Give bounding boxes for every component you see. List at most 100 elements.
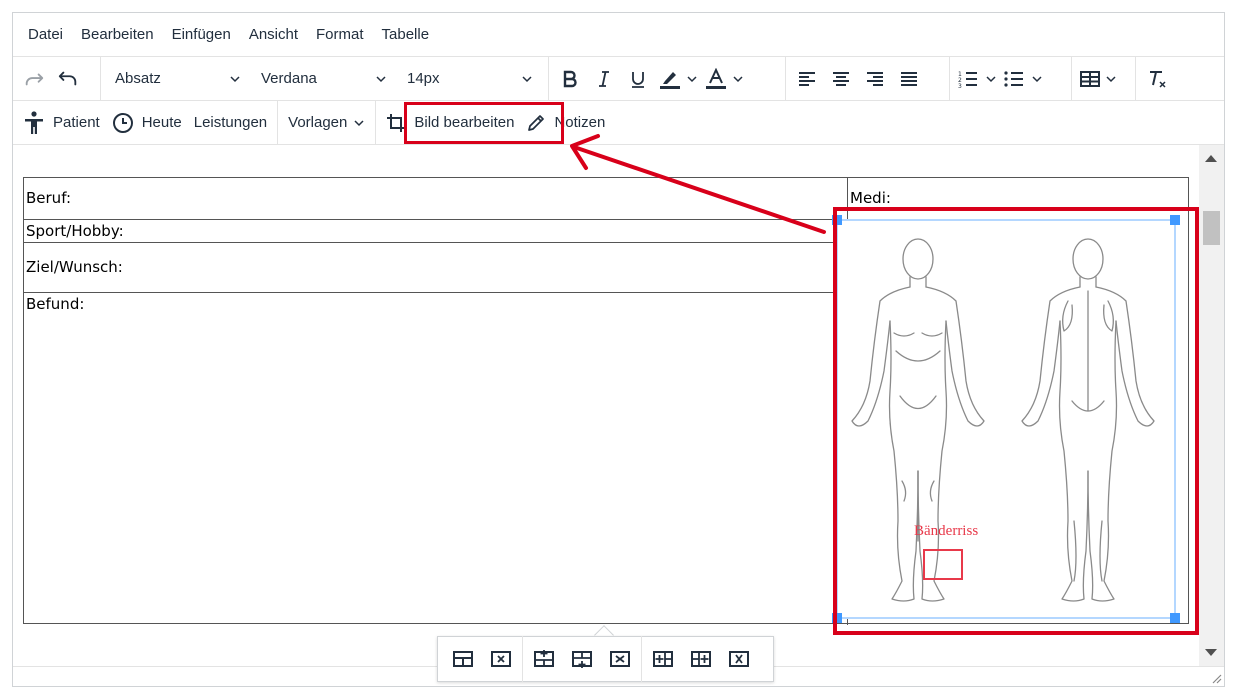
text-color-icon bbox=[706, 67, 726, 89]
svg-text:3: 3 bbox=[958, 83, 962, 89]
body-diagram bbox=[851, 238, 1155, 602]
menu-einfuegen[interactable]: Einfügen bbox=[163, 13, 240, 57]
row-divider bbox=[24, 219, 847, 220]
insert-column-after-button[interactable] bbox=[682, 642, 720, 676]
toolbar-separator bbox=[277, 100, 279, 145]
bullet-list-icon bbox=[1004, 70, 1023, 87]
delete-row-icon bbox=[610, 651, 630, 667]
vertical-scrollbar[interactable] bbox=[1199, 145, 1224, 666]
patient-label: Patient bbox=[53, 114, 100, 131]
menu-ansicht[interactable]: Ansicht bbox=[240, 13, 307, 57]
insert-row-after-button[interactable] bbox=[563, 642, 601, 676]
leistungen-button[interactable]: Leistungen bbox=[188, 106, 273, 140]
insert-column-after-icon bbox=[691, 651, 711, 667]
resize-handle-ne[interactable] bbox=[1170, 215, 1180, 225]
bild-bearbeiten-button[interactable]: Bild bearbeiten bbox=[380, 106, 520, 140]
editor-content[interactable]: Beruf: Sport/Hobby: Ziel/Wunsch: Befund:… bbox=[13, 145, 1199, 666]
font-family-value: Verdana bbox=[261, 70, 317, 87]
table-icon bbox=[1080, 70, 1100, 87]
patient-button[interactable]: Patient bbox=[13, 106, 106, 140]
delete-row-button[interactable] bbox=[601, 642, 639, 676]
align-center-button[interactable] bbox=[824, 62, 858, 96]
vorlagen-button[interactable]: Vorlagen bbox=[282, 106, 371, 140]
resize-grip-icon[interactable] bbox=[1210, 672, 1222, 684]
menu-bearbeiten[interactable]: Bearbeiten bbox=[72, 13, 163, 57]
chevron-down-icon bbox=[1106, 75, 1116, 82]
font-size-value: 14px bbox=[407, 70, 440, 87]
cell-beruf[interactable]: Beruf: bbox=[26, 189, 71, 207]
align-left-button[interactable] bbox=[790, 62, 824, 96]
highlight-color-button[interactable] bbox=[655, 62, 701, 96]
scroll-down-icon[interactable] bbox=[1205, 649, 1217, 656]
insert-row-before-button[interactable] bbox=[525, 642, 563, 676]
chevron-down-icon bbox=[1032, 75, 1042, 82]
block-format-value: Absatz bbox=[115, 70, 161, 87]
chevron-down-icon bbox=[687, 75, 697, 82]
italic-button[interactable] bbox=[587, 62, 621, 96]
clock-icon bbox=[112, 112, 133, 133]
undo-icon bbox=[58, 71, 77, 85]
highlight-color-icon bbox=[660, 71, 680, 89]
numbered-list-button[interactable]: 123 bbox=[954, 62, 1000, 96]
font-size-select[interactable]: 14px bbox=[397, 62, 543, 96]
block-format-select[interactable]: Absatz bbox=[105, 62, 251, 96]
cell-befund[interactable]: Befund: bbox=[26, 295, 84, 313]
insert-column-before-button[interactable] bbox=[644, 642, 682, 676]
heute-button[interactable]: Heute bbox=[106, 106, 188, 140]
align-center-icon bbox=[833, 71, 849, 86]
align-right-button[interactable] bbox=[858, 62, 892, 96]
italic-icon bbox=[599, 70, 609, 87]
delete-table-icon bbox=[491, 651, 511, 667]
formatting-toolbar: Absatz Verdana 14px 1 2 3 bbox=[13, 56, 1224, 101]
underline-button[interactable] bbox=[621, 62, 655, 96]
menu-format[interactable]: Format bbox=[307, 13, 373, 57]
bold-icon bbox=[563, 70, 577, 87]
font-family-select[interactable]: Verdana bbox=[251, 62, 397, 96]
cell-sport-hobby[interactable]: Sport/Hobby: bbox=[26, 222, 124, 240]
align-justify-icon bbox=[901, 71, 917, 86]
chevron-down-icon bbox=[733, 75, 743, 82]
redo-icon bbox=[25, 73, 44, 85]
bild-bearbeiten-label: Bild bearbeiten bbox=[414, 114, 515, 131]
cell-ziel-wunsch[interactable]: Ziel/Wunsch: bbox=[26, 258, 123, 276]
resize-handle-nw[interactable] bbox=[832, 215, 842, 225]
menu-tabelle[interactable]: Tabelle bbox=[373, 13, 439, 57]
align-justify-button[interactable] bbox=[892, 62, 926, 96]
cell-medi[interactable]: Medi: bbox=[850, 189, 891, 207]
resize-handle-se[interactable] bbox=[1170, 613, 1180, 623]
pencil-icon bbox=[528, 114, 545, 131]
undo-button[interactable] bbox=[51, 62, 85, 96]
chevron-down-icon bbox=[230, 75, 240, 82]
insert-row-after-icon bbox=[572, 651, 592, 668]
clear-formatting-button[interactable] bbox=[1140, 62, 1174, 96]
chevron-down-icon bbox=[376, 75, 386, 82]
clear-formatting-icon bbox=[1150, 70, 1166, 88]
text-color-button[interactable] bbox=[701, 62, 747, 96]
delete-column-button[interactable] bbox=[720, 642, 758, 676]
table-properties-icon bbox=[453, 651, 473, 667]
delete-table-button[interactable] bbox=[482, 642, 520, 676]
custom-toolbar: Patient Heute Leistungen Vorlagen Bild b… bbox=[13, 100, 1224, 145]
align-right-icon bbox=[867, 71, 883, 86]
resize-handle-sw[interactable] bbox=[832, 613, 842, 623]
rich-text-editor: Datei Bearbeiten Einfügen Ansicht Format… bbox=[12, 12, 1225, 687]
scroll-up-icon[interactable] bbox=[1205, 155, 1217, 162]
row-divider bbox=[24, 242, 847, 243]
notizen-button[interactable]: Notizen bbox=[520, 106, 611, 140]
table-properties-button[interactable] bbox=[444, 642, 482, 676]
menu-datei[interactable]: Datei bbox=[19, 13, 72, 57]
notizen-label: Notizen bbox=[554, 114, 606, 131]
redo-button[interactable] bbox=[17, 62, 51, 96]
chevron-down-icon bbox=[354, 119, 364, 126]
insert-column-before-icon bbox=[653, 651, 673, 667]
bullet-list-button[interactable] bbox=[1000, 62, 1046, 96]
delete-column-icon bbox=[729, 651, 749, 667]
table-button[interactable] bbox=[1076, 62, 1120, 96]
body-chart-image[interactable]: Bänderriss bbox=[832, 215, 1180, 623]
crop-icon bbox=[387, 113, 406, 132]
scroll-thumb[interactable] bbox=[1203, 211, 1220, 245]
vorlagen-label: Vorlagen bbox=[288, 114, 348, 131]
heute-label: Heute bbox=[141, 114, 182, 131]
toolbar-separator bbox=[375, 100, 377, 145]
bold-button[interactable] bbox=[553, 62, 587, 96]
